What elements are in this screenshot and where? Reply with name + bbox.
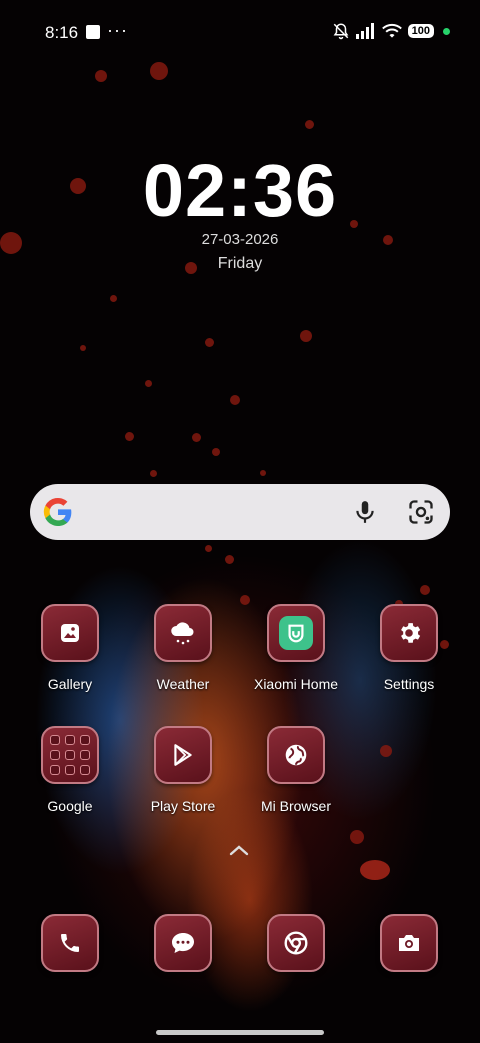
google-logo-icon[interactable] xyxy=(42,496,74,528)
gallery-icon[interactable] xyxy=(41,604,99,662)
app-play-store[interactable]: Play Store xyxy=(133,726,233,814)
globe-icon[interactable] xyxy=(267,726,325,784)
status-time: 8:16 xyxy=(45,23,79,42)
folder-icon[interactable] xyxy=(41,726,99,784)
wifi-icon xyxy=(381,23,402,38)
google-search-bar[interactable] xyxy=(30,484,450,540)
app-label: Play Store xyxy=(150,798,216,814)
google-lens-icon[interactable] xyxy=(407,498,435,526)
dock-camera[interactable] xyxy=(359,914,459,972)
app-mi-browser[interactable]: Mi Browser xyxy=(246,726,346,814)
phone-icon[interactable] xyxy=(41,914,99,972)
clock-widget-day: Friday xyxy=(217,255,263,272)
notification-square-icon xyxy=(86,25,100,39)
app-label: Gallery xyxy=(47,676,93,692)
dock-messages[interactable] xyxy=(133,914,233,972)
app-label: Mi Browser xyxy=(260,798,331,814)
dock-phone[interactable] xyxy=(20,914,120,972)
app-xiaomi-home[interactable]: Xiaomi Home xyxy=(246,604,346,692)
app-label: Settings xyxy=(383,676,435,692)
signal-icon xyxy=(355,23,374,39)
dock-chrome[interactable] xyxy=(246,914,346,972)
app-gallery[interactable]: Gallery xyxy=(20,604,120,692)
clock-widget-date: 27-03-2026 xyxy=(201,231,279,248)
privacy-indicator-dot xyxy=(443,27,450,35)
mute-bell-icon xyxy=(333,23,349,40)
chrome-icon[interactable] xyxy=(267,914,325,972)
app-weather[interactable]: Weather xyxy=(133,604,233,692)
app-settings[interactable]: Settings xyxy=(359,604,459,692)
overflow-dots: ··· xyxy=(107,20,128,40)
weather-icon[interactable] xyxy=(154,604,212,662)
play-store-icon[interactable] xyxy=(154,726,212,784)
app-label: Xiaomi Home xyxy=(253,676,339,692)
app-label: Google xyxy=(47,798,93,814)
status-bar: 8:16 ··· 100 xyxy=(0,0,480,64)
home-indicator[interactable] xyxy=(156,1030,324,1035)
microphone-icon[interactable] xyxy=(352,499,378,525)
app-drawer-arrow-icon[interactable] xyxy=(228,843,250,857)
clock-widget-time[interactable]: 02:36 xyxy=(0,148,480,233)
battery-icon: 100 xyxy=(407,24,434,38)
xiaomi-home-icon[interactable] xyxy=(267,604,325,662)
folder-google[interactable]: Google xyxy=(20,726,120,814)
messages-icon[interactable] xyxy=(154,914,212,972)
gear-icon[interactable] xyxy=(380,604,438,662)
app-label: Weather xyxy=(156,676,210,692)
search-input[interactable] xyxy=(90,484,360,540)
camera-icon[interactable] xyxy=(380,914,438,972)
